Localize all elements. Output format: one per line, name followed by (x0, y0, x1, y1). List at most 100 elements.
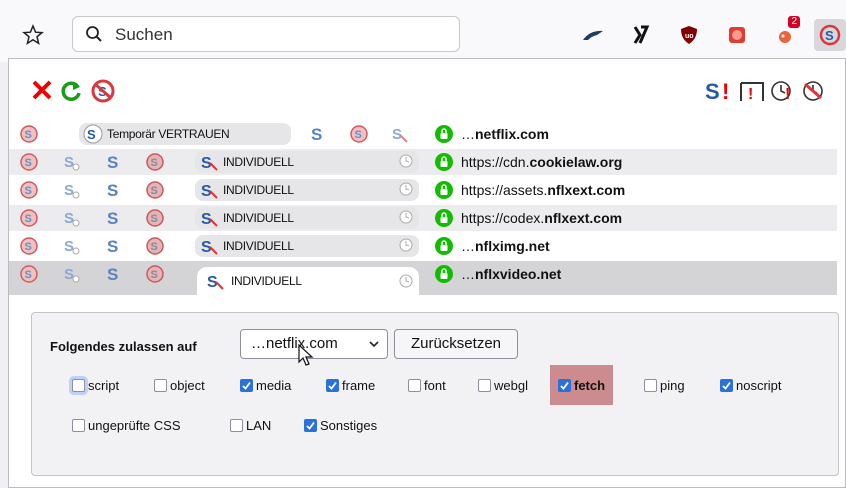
trust-page-icon[interactable]: ! (739, 79, 765, 103)
svg-text:S: S (107, 265, 118, 283)
preset-custom[interactable]: S INDIVIDUELL (195, 179, 419, 201)
untrusted-icon[interactable]: S (145, 152, 165, 172)
lock-icon (435, 181, 453, 199)
checkbox-unchecked-css[interactable]: ungeprüfte CSS (72, 415, 181, 435)
site-row-nflximg: S S S S S INDIVIDUELL …nflximg.net (9, 233, 837, 259)
default-icon[interactable]: S (19, 124, 39, 144)
custom-icon[interactable]: S (389, 124, 409, 144)
default-icon[interactable]: S (19, 180, 39, 200)
site-row-assets-nflxext: S S S S S INDIVIDUELL https://assets.nfl… (9, 177, 837, 203)
preset-custom[interactable]: S INDIVIDUELL (195, 207, 419, 229)
checkbox-box[interactable] (154, 378, 167, 392)
checkbox-script[interactable]: script (72, 375, 119, 395)
checkbox-object[interactable]: object (154, 375, 205, 395)
untrusted-icon[interactable]: S (145, 236, 165, 256)
options-gear-noscript-icon[interactable]: S (91, 79, 115, 103)
checkbox-font[interactable]: font (408, 375, 446, 395)
svg-text:S: S (25, 241, 32, 253)
checkbox-media[interactable]: media (240, 375, 291, 395)
temp-trust-page-icon[interactable]: ! (769, 79, 797, 103)
untrusted-icon[interactable]: S (145, 264, 165, 284)
chevron-down-icon (369, 341, 379, 348)
noscript-extension-icon[interactable]: S (814, 19, 846, 51)
temp-trusted-icon[interactable]: S (61, 152, 81, 172)
site-row-netflix: S S Temporär VERTRAUEN S S S …netflix.co… (9, 121, 837, 147)
trusted-icon[interactable]: S (103, 152, 123, 172)
x-extension-icon[interactable] (630, 24, 652, 46)
checkbox-box[interactable] (240, 378, 253, 392)
site-url: https://codex.nflxext.com (461, 210, 623, 226)
checkbox-other[interactable]: Sonstiges (304, 415, 377, 435)
lock-icon (435, 153, 453, 171)
bookmark-star-icon[interactable] (22, 24, 44, 46)
clock-icon[interactable] (397, 180, 415, 198)
checkbox-box[interactable] (72, 418, 85, 432)
close-icon[interactable] (31, 79, 53, 101)
reload-icon[interactable] (59, 79, 83, 103)
svg-text:S: S (355, 129, 362, 141)
untrusted-icon[interactable]: S (349, 124, 369, 144)
checkbox-box[interactable] (478, 378, 491, 392)
ublock-shield-icon[interactable]: uo (678, 24, 700, 46)
untrusted-icon[interactable]: S (145, 208, 165, 228)
preset-label: INDIVIDUELL (223, 239, 294, 253)
checkbox-fetch[interactable]: fetch (550, 365, 614, 405)
scope-select[interactable]: …netflix.com (240, 329, 388, 359)
checkbox-noscript[interactable]: noscript (720, 375, 782, 395)
bug-extension-icon[interactable]: 2 (774, 16, 800, 46)
trusted-icon[interactable]: S (307, 124, 327, 144)
checkbox-ping[interactable]: ping (644, 375, 685, 395)
custom-preset-icon: S (207, 274, 224, 291)
checkbox-lan[interactable]: LAN (230, 415, 271, 435)
trusted-icon[interactable]: S (103, 180, 123, 200)
global-enable-icon[interactable]: S ! (705, 79, 735, 103)
checkbox-box[interactable] (326, 378, 339, 392)
preset-custom[interactable]: S INDIVIDUELL (195, 235, 419, 257)
trusted-icon[interactable]: S (103, 264, 123, 284)
popup-topbar: S S ! ! ! (9, 59, 845, 119)
site-url: …netflix.com (461, 126, 549, 142)
checkbox-webgl[interactable]: webgl (478, 375, 528, 395)
checkbox-box[interactable] (558, 378, 571, 392)
default-icon[interactable]: S (19, 152, 39, 172)
clock-icon[interactable] (397, 208, 415, 226)
site-row-codex-nflxext: S S S S S INDIVIDUELL https://codex.nflx… (9, 205, 837, 231)
clock-icon[interactable] (397, 272, 415, 290)
lock-icon (435, 237, 453, 255)
checkbox-box[interactable] (304, 418, 317, 432)
svg-text:S: S (107, 209, 118, 227)
default-icon[interactable]: S (19, 264, 39, 284)
temp-trusted-icon[interactable]: S (61, 180, 81, 200)
default-icon[interactable]: S (19, 208, 39, 228)
site-url: …nflximg.net (461, 238, 550, 254)
clock-icon[interactable] (397, 152, 415, 170)
checkbox-box[interactable] (408, 378, 421, 392)
preset-custom-selected[interactable]: S INDIVIDUELL (197, 267, 419, 295)
checkbox-box[interactable] (720, 378, 733, 392)
trusted-icon[interactable]: S (103, 236, 123, 256)
checkbox-box[interactable] (72, 378, 85, 392)
preset-temp-trusted[interactable]: S Temporär VERTRAUEN (79, 123, 291, 145)
clock-icon[interactable] (397, 236, 415, 254)
temp-trusted-icon[interactable]: S (61, 208, 81, 228)
trusted-icon[interactable]: S (103, 208, 123, 228)
preset-custom[interactable]: S INDIVIDUELL (195, 151, 419, 173)
search-icon (86, 26, 102, 42)
checkbox-box[interactable] (230, 418, 243, 432)
temp-trusted-icon[interactable]: S (61, 236, 81, 256)
default-icon[interactable]: S (19, 236, 39, 256)
search-bar[interactable]: Suchen (72, 16, 460, 52)
reset-button[interactable]: Zurücksetzen (394, 329, 518, 359)
revoke-temp-icon[interactable] (801, 79, 825, 103)
mouse-cursor-icon (298, 344, 314, 366)
swoosh-extension-icon[interactable] (582, 24, 604, 46)
checkbox-box[interactable] (644, 378, 657, 392)
temp-trusted-icon[interactable]: S (61, 264, 81, 284)
red-cube-extension-icon[interactable] (726, 24, 748, 46)
untrusted-icon[interactable]: S (145, 180, 165, 200)
svg-text:S: S (25, 157, 32, 169)
checkbox-frame[interactable]: frame (326, 375, 375, 395)
extension-badge: 2 (788, 16, 800, 28)
svg-text:S: S (151, 157, 158, 169)
preset-label: INDIVIDUELL (231, 274, 302, 288)
